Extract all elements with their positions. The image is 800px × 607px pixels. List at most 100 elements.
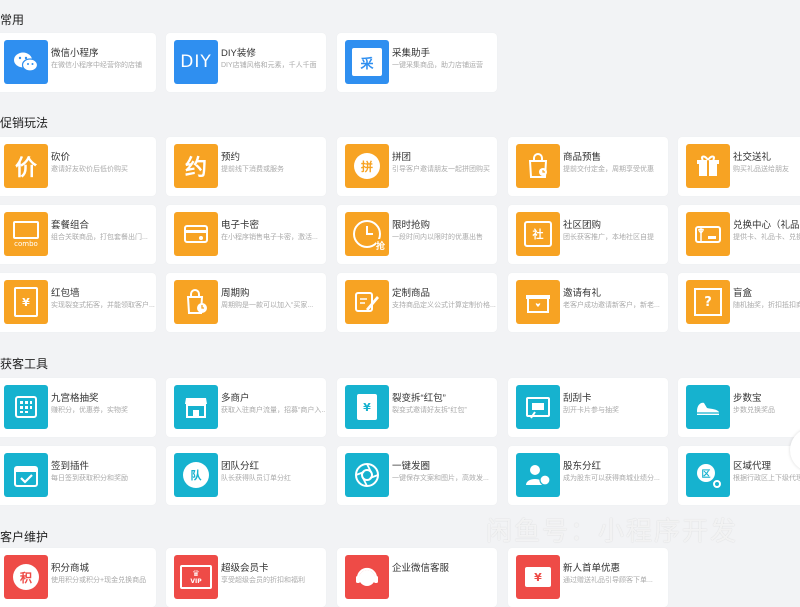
card-title: 股东分红 bbox=[563, 461, 602, 472]
card-step-treasure[interactable]: 步数宝 步数兑换奖品 bbox=[678, 378, 800, 437]
card-title: 采集助手 bbox=[392, 48, 431, 59]
card-desc: 通过赠送礼品引导顾客下单... bbox=[563, 577, 653, 584]
wechat-icon bbox=[4, 40, 48, 84]
card-title: DIY装修 bbox=[221, 48, 256, 59]
card-title: 拼团 bbox=[392, 152, 412, 163]
flash-sale-icon: 抢 bbox=[345, 212, 389, 256]
card-title: 社交送礼 bbox=[733, 152, 772, 163]
card-desc: 队长获得队员订单分红 bbox=[221, 475, 291, 482]
split-packet-icon: ¥ bbox=[345, 385, 389, 429]
card-desc: 随机抽奖，折扣抵扣商品... bbox=[733, 302, 800, 309]
card-title: 微信小程序 bbox=[51, 48, 99, 59]
card-desc: 享受超级会员的折扣和福利 bbox=[221, 577, 305, 584]
card-group-buy[interactable]: 拼 拼团 引导客户邀请朋友一起拼团购买 bbox=[337, 137, 497, 196]
card-split-packet[interactable]: ¥ 裂变拆“红包” 裂变式邀请好友拆“红包” bbox=[337, 378, 497, 437]
section-title-acquisition: 获客工具 bbox=[0, 357, 49, 371]
card-title: 社区团购 bbox=[563, 220, 602, 231]
card-title: 企业微信客服 bbox=[392, 563, 450, 574]
shareholder-icon bbox=[516, 453, 560, 497]
card-checkin[interactable]: 签到插件 每日签到获取积分和奖励 bbox=[0, 446, 156, 505]
card-cycle-buy[interactable]: 周期购 周期购是一款可以加入“买家... bbox=[166, 273, 326, 332]
card-mini-program[interactable]: 微信小程序 在微信小程序中经营你的店铺 bbox=[0, 33, 156, 92]
coupon-icon: ¥ bbox=[516, 555, 560, 599]
card-title: 邀请有礼 bbox=[563, 288, 602, 299]
card-vip-card[interactable]: ♛ VIP 超级会员卡 享受超级会员的折扣和福利 bbox=[166, 548, 326, 607]
card-flash-sale[interactable]: 抢 限时抢购 一段时间内以限时的优惠出售 bbox=[337, 205, 497, 264]
card-combo[interactable]: combo 套餐组合 组合关联商品，打包套餐出门... bbox=[0, 205, 156, 264]
card-desc: 提供卡、礼品卡、兑换... bbox=[733, 234, 800, 241]
invite-gift-icon bbox=[516, 280, 560, 324]
card-title: 裂变拆“红包” bbox=[392, 393, 446, 404]
card-desc: 赚积分，优惠券，实物奖 bbox=[51, 407, 128, 414]
card-bargain[interactable]: 价 砍价 邀请好友砍价后低价购买 bbox=[0, 137, 156, 196]
grid-icon bbox=[4, 385, 48, 429]
appointment-icon: 约 bbox=[174, 144, 218, 188]
card-scratch[interactable]: 刮刮卡 刮开卡片参与抽奖 bbox=[508, 378, 668, 437]
card-desc: 一段时间内以限时的优惠出售 bbox=[392, 234, 483, 241]
card-title: 电子卡密 bbox=[221, 220, 260, 231]
combo-icon: combo bbox=[4, 212, 48, 256]
card-title: 套餐组合 bbox=[51, 220, 90, 231]
card-exchange[interactable]: 兑换中心（礼品卡） 提供卡、礼品卡、兑换... bbox=[678, 205, 800, 264]
card-title: 超级会员卡 bbox=[221, 563, 269, 574]
card-desc: 邀请好友砍价后低价购买 bbox=[51, 166, 128, 173]
section-title-common: 常用 bbox=[0, 13, 25, 27]
card-desc: 刮开卡片参与抽奖 bbox=[563, 407, 619, 414]
card-multi-merchant[interactable]: 多商户 获取入驻商户流量，招募“商户入... bbox=[166, 378, 326, 437]
card-desc: 获取入驻商户流量，招募“商户入... bbox=[221, 407, 325, 414]
card-desc: 根据行政区上下级代理 bbox=[733, 475, 800, 482]
card-title: 积分商城 bbox=[51, 563, 90, 574]
card-red-packet-wall[interactable]: ¥ 红包墙 实现裂变式拓客，并能领取客户... bbox=[0, 273, 156, 332]
team-dividend-icon: 队 bbox=[174, 453, 218, 497]
gift-card-icon bbox=[686, 212, 730, 256]
card-desc: 一键保存文案和图片，高效发... bbox=[392, 475, 489, 482]
card-points-mall[interactable]: 积 积分商城 使用积分或积分+现金兑换商品 bbox=[0, 548, 156, 607]
card-title: 新人首单优惠 bbox=[563, 563, 621, 574]
custom-icon bbox=[345, 280, 389, 324]
section-title-promotion: 促销玩法 bbox=[0, 116, 49, 130]
card-first-order[interactable]: ¥ 新人首单优惠 通过赠送礼品引导顾客下单... bbox=[508, 548, 668, 607]
card-community[interactable]: 社 社区团购 团长获客推广，本地社区自提 bbox=[508, 205, 668, 264]
card-title: 步数宝 bbox=[733, 393, 762, 404]
card-ecard[interactable]: 电子卡密 在小程序销售电子卡密，激活... bbox=[166, 205, 326, 264]
card-one-click-post[interactable]: 一键发圈 一键保存文案和图片，高效发... bbox=[337, 446, 497, 505]
card-title: 定制商品 bbox=[392, 288, 431, 299]
section-title-retention: 客户维护 bbox=[0, 530, 49, 544]
card-social-gift[interactable]: 社交送礼 购买礼品送给朋友 bbox=[678, 137, 800, 196]
card-desc: 老客户成功邀请新客户，新老... bbox=[563, 302, 660, 309]
gift-icon bbox=[686, 144, 730, 188]
card-team-dividend[interactable]: 队 团队分红 队长获得队员订单分红 bbox=[166, 446, 326, 505]
card-desc: 裂变式邀请好友拆“红包” bbox=[392, 407, 467, 414]
card-blind-box[interactable]: ? 盲盒 随机抽奖，折扣抵扣商品... bbox=[678, 273, 800, 332]
card-title: 刮刮卡 bbox=[563, 393, 592, 404]
card-desc: 使用积分或积分+现金兑换商品 bbox=[51, 577, 147, 584]
card-desc: DIY店铺风格和元素，千人千面 bbox=[221, 62, 317, 69]
card-title: 团队分红 bbox=[221, 461, 260, 472]
card-desc: 支持商品定义公式计算定制价格... bbox=[392, 302, 496, 309]
card-collect[interactable]: 采 采集助手 一键采集商品，助力店铺运营 bbox=[337, 33, 497, 92]
card-desc: 每日签到获取积分和奖励 bbox=[51, 475, 128, 482]
card-invite-gift[interactable]: 邀请有礼 老客户成功邀请新客户，新老... bbox=[508, 273, 668, 332]
map-pin-icon: 区 bbox=[686, 453, 730, 497]
headset-icon bbox=[345, 555, 389, 599]
card-presale[interactable]: 商品预售 提前交付定金，周期享受优惠 bbox=[508, 137, 668, 196]
watermark: 闲鱼号：小程序开发 bbox=[486, 516, 739, 546]
card-title: 九宫格抽奖 bbox=[51, 393, 99, 404]
card-title: 区域代理 bbox=[733, 461, 772, 472]
card-title: 预约 bbox=[221, 152, 241, 163]
card-title: 多商户 bbox=[221, 393, 250, 404]
card-title: 红包墙 bbox=[51, 288, 80, 299]
card-shareholder[interactable]: 股东分红 成为股东可以获得商城业绩分... bbox=[508, 446, 668, 505]
card-desc: 提前线下消费或服务 bbox=[221, 166, 284, 173]
card-regional-agent[interactable]: 区 区域代理 根据行政区上下级代理 bbox=[678, 446, 800, 505]
card-lottery[interactable]: 九宫格抽奖 赚积分，优惠券，实物奖 bbox=[0, 378, 156, 437]
card-title: 周期购 bbox=[221, 288, 250, 299]
shop-icon bbox=[174, 385, 218, 429]
card-wecom-service[interactable]: 企业微信客服 bbox=[337, 548, 497, 607]
card-desc: 在微信小程序中经营你的店铺 bbox=[51, 62, 142, 69]
card-appointment[interactable]: 约 预约 提前线下消费或服务 bbox=[166, 137, 326, 196]
card-diy[interactable]: DIY DIY装修 DIY店铺风格和元素，千人千面 bbox=[166, 33, 326, 92]
card-custom-goods[interactable]: 定制商品 支持商品定义公式计算定制价格... bbox=[337, 273, 497, 332]
ecard-icon bbox=[174, 212, 218, 256]
card-title: 限时抢购 bbox=[392, 220, 431, 231]
